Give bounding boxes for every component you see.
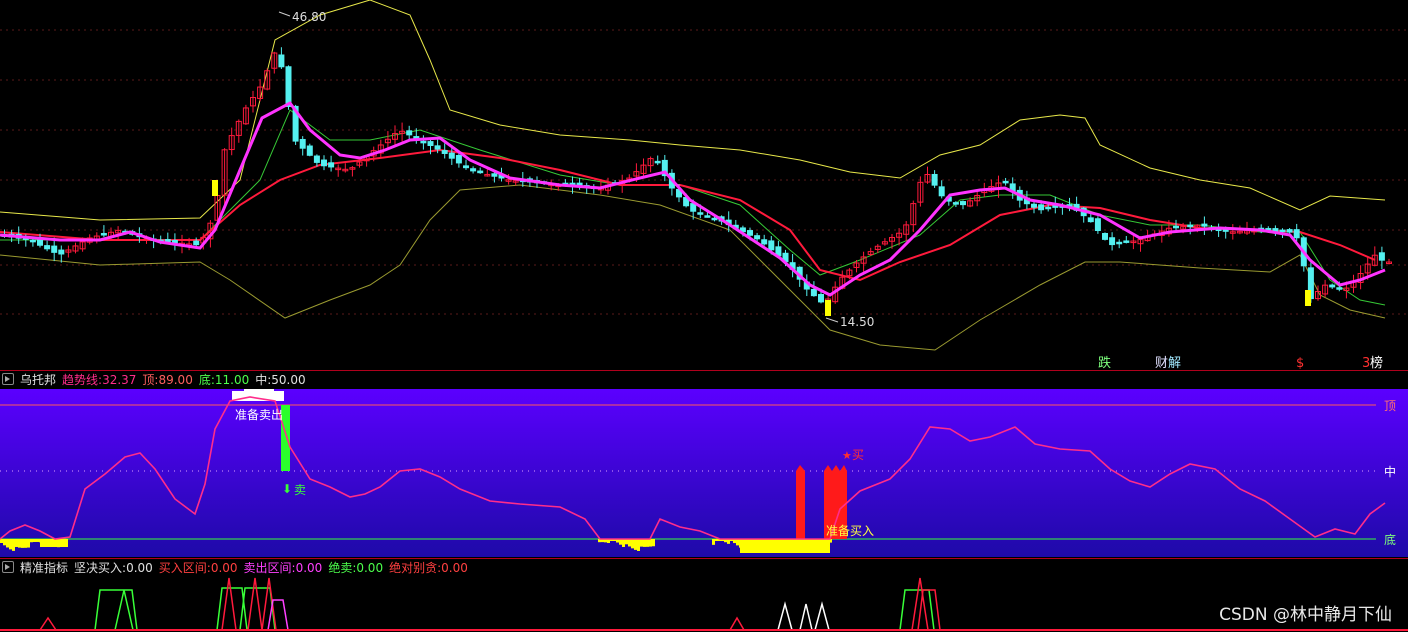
event-marker-list[interactable]: 榜 xyxy=(1370,355,1383,370)
indicator-menu-icon[interactable] xyxy=(2,373,14,385)
signal-shapes xyxy=(39,577,941,631)
top-level-label: 顶 xyxy=(1384,399,1396,413)
utopia-indicator-header: 乌托邦 趋势线:32.37 顶:89.00 底:11.00 中:50.00 xyxy=(0,371,1408,389)
bottom-value: 11.00 xyxy=(214,373,250,387)
indicator-name[interactable]: 乌托邦 xyxy=(20,373,56,387)
trend-value: 32.37 xyxy=(102,373,137,387)
mid-level-label: 中 xyxy=(1384,464,1396,479)
bottom-label: 底: xyxy=(198,373,215,387)
must-sell-value: 0.00 xyxy=(356,561,384,575)
precision-indicator-header: 精准指标 坚决买入:0.00 买入区间:0.00 卖出区间:0.00 绝卖:0.00 绝对… xyxy=(0,559,1408,577)
top-value: 89.00 xyxy=(158,373,193,387)
utopia-oscillator-panel[interactable]: 顶 中 底 准备卖出 ⬇ 卖 ★ 买 准备买入 xyxy=(0,389,1408,557)
low-marker-arrow xyxy=(825,317,839,323)
low-price-label: 14.50 xyxy=(840,315,874,329)
csdn-watermark: CSDN @林中静月下仙 xyxy=(1219,605,1392,625)
bollinger-upper-band xyxy=(0,0,1386,221)
high-price-label: 46.80 xyxy=(292,10,326,24)
top-label: 顶: xyxy=(142,373,159,387)
no-greed-label: 绝对别贪: xyxy=(389,561,442,575)
event-marker-finance[interactable]: 财 xyxy=(1155,356,1168,370)
prepare-sell-label: 准备卖出 xyxy=(235,408,283,422)
sell-signal-arrow: ⬇ xyxy=(282,482,292,496)
no-greed-value: 0.00 xyxy=(441,561,468,575)
firm-buy-value: 0.00 xyxy=(126,561,153,575)
prepare-buy-label: 准备买入 xyxy=(826,524,874,538)
mid-value: 50.00 xyxy=(271,373,306,387)
mid-label: 中: xyxy=(255,373,272,387)
sell-signal-label: 卖 xyxy=(294,483,306,497)
candles-group xyxy=(1,47,1392,316)
sell-zone-label: 卖出区间: xyxy=(243,561,296,575)
buy-zone-label: 买入区间: xyxy=(158,561,211,575)
precision-signal-panel[interactable] xyxy=(0,576,1408,632)
firm-buy-label: 坚决买入: xyxy=(74,561,127,575)
indicator-name[interactable]: 精准指标 xyxy=(20,561,68,575)
sell-zone-value: 0.00 xyxy=(295,561,323,575)
indicator-menu-icon[interactable] xyxy=(2,561,14,573)
must-sell-label: 绝卖: xyxy=(328,561,357,575)
event-marker-unlock[interactable]: 解 xyxy=(1168,356,1181,370)
buy-signal-label: 买 xyxy=(852,448,864,462)
trend-label: 趋势线: xyxy=(62,373,103,387)
price-grid xyxy=(0,29,1408,315)
event-marker-dividend[interactable]: $ xyxy=(1296,356,1304,370)
buy-signal-star: ★ xyxy=(842,449,852,462)
buy-zone-value: 0.00 xyxy=(210,561,238,575)
event-marker-fall[interactable]: 跌 xyxy=(1098,355,1111,370)
candlestick-chart[interactable]: 46.80 14.50 跌 财 解 $ 3 榜 xyxy=(0,0,1408,370)
bottom-level-label: 底 xyxy=(1384,532,1396,547)
high-marker-arrow xyxy=(278,11,291,17)
